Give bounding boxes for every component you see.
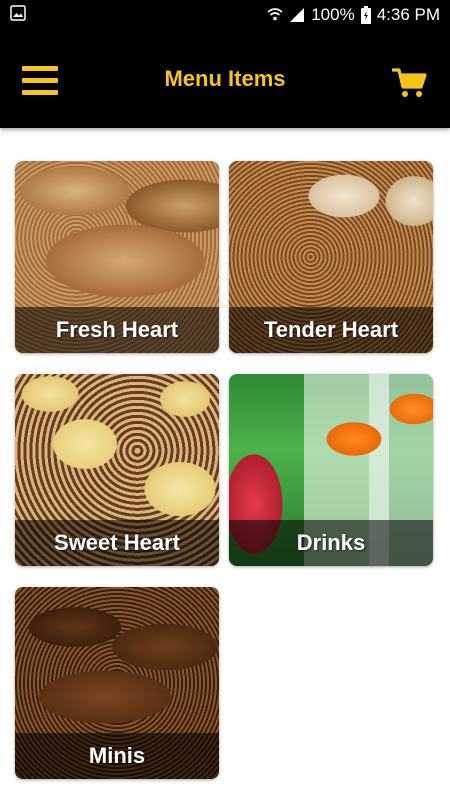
page-title: Menu Items: [164, 66, 286, 91]
menu-item-tender-heart[interactable]: Tender Heart: [229, 161, 433, 353]
menu-item-label-bar: Sweet Heart: [15, 520, 219, 566]
menu-item-drinks[interactable]: Drinks: [229, 374, 433, 566]
menu-item-label-bar: Drinks: [229, 520, 433, 566]
status-left: [10, 4, 26, 26]
status-right: 100% 4:36 PM: [267, 5, 440, 25]
menu-item-label: Minis: [88, 743, 146, 768]
hamburger-menu-icon[interactable]: [22, 66, 58, 96]
signal-icon: [289, 7, 305, 23]
menu-item-label-bar: Fresh Heart: [15, 307, 219, 353]
menu-item-label: Tender Heart: [263, 317, 399, 342]
app-bar: Menu Items: [0, 30, 450, 128]
menu-item-label-bar: Minis: [15, 733, 219, 779]
menu-item-label: Drinks: [296, 530, 366, 555]
cart-icon[interactable]: [391, 67, 428, 99]
battery-percent: 100%: [311, 5, 355, 24]
wifi-icon: [267, 7, 283, 23]
menu-item-label-bar: Tender Heart: [229, 307, 433, 353]
menu-item-sweet-heart[interactable]: Sweet Heart: [15, 374, 219, 566]
menu-item-fresh-heart[interactable]: Fresh Heart: [15, 161, 219, 353]
battery-icon: [360, 6, 371, 24]
image-icon: [10, 4, 26, 26]
status-time: 4:36 PM: [376, 5, 440, 24]
menu-item-label: Sweet Heart: [54, 530, 180, 555]
status-bar: 100% 4:36 PM: [0, 0, 450, 30]
menu-item-minis[interactable]: Minis: [15, 587, 219, 779]
menu-item-label: Fresh Heart: [55, 317, 179, 342]
